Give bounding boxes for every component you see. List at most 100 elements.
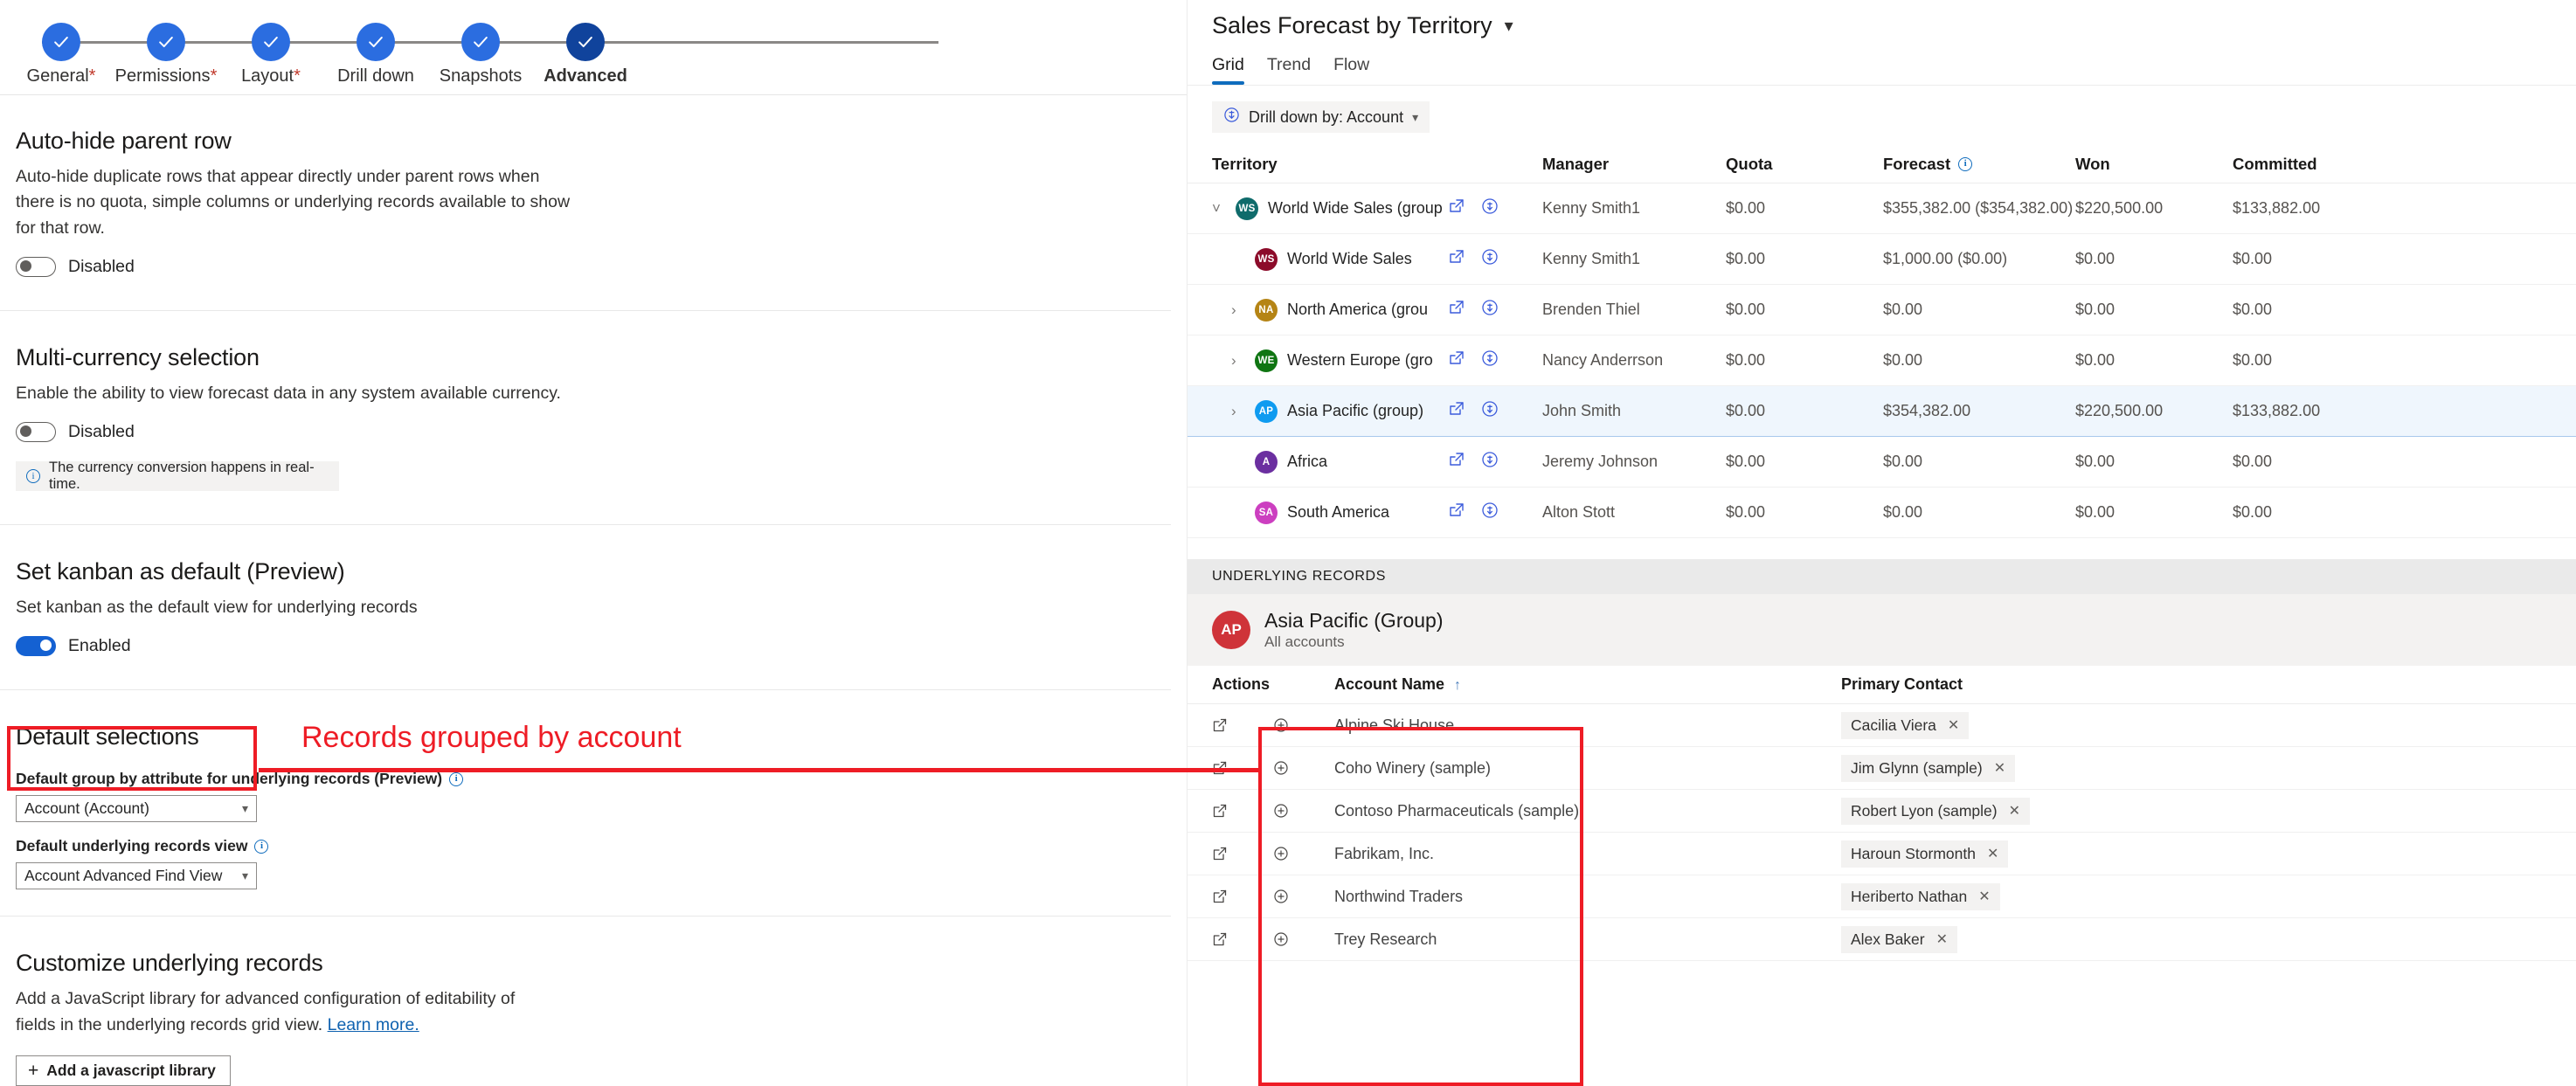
table-row[interactable]: › WE Western Europe (gro Nancy Anderrson $0.… [1188,335,2576,386]
add-record-icon[interactable] [1273,803,1334,819]
multi-currency-toggle[interactable] [16,422,56,442]
column-header-quota[interactable]: Quota [1726,155,1883,174]
tab-trend[interactable]: Trend [1267,55,1311,85]
chevron-right-icon[interactable]: › [1231,403,1245,420]
multi-currency-toggle-row[interactable]: Disabled [16,422,1187,442]
won-cell: $0.00 [2075,351,2116,369]
add-record-icon[interactable] [1273,846,1334,861]
list-item[interactable]: Trey Research Alex Baker ✕ [1188,918,2576,961]
chevron-down-icon[interactable]: ▾ [1505,15,1513,37]
table-row[interactable]: › AP Asia Pacific (group) John Smith $0.00 $3… [1188,386,2576,437]
kanban-toggle[interactable] [16,636,56,657]
group-by-dropdown[interactable]: Account (Account) ▾ [16,795,257,823]
close-icon[interactable]: ✕ [1936,930,1948,948]
wizard-progress: General* Permissions* Layout* Drill down Sna… [0,0,1187,94]
underlying-view-dropdown[interactable]: Account Advanced Find View ▾ [16,862,257,890]
tab-grid[interactable]: Grid [1212,55,1244,85]
learn-more-link[interactable]: Learn more. [328,1015,419,1034]
check-icon [566,23,605,61]
column-header-won[interactable]: Won [2075,155,2233,174]
auto-hide-toggle-row[interactable]: Disabled [16,256,1187,277]
drill-down-icon[interactable] [1481,197,1499,219]
list-item[interactable]: Coho Winery (sample) Jim Glynn (sample) ✕ [1188,747,2576,790]
underlying-view-label-row: Default underlying records view i [16,837,1187,855]
drill-down-button[interactable]: Drill down by: Account ▾ [1212,101,1430,133]
info-icon[interactable]: i [1958,156,1973,171]
add-record-icon[interactable] [1273,717,1334,733]
contact-chip[interactable]: Cacilia Viera ✕ [1841,711,1970,739]
drill-down-icon[interactable] [1481,501,1499,523]
drill-down-icon [1223,107,1240,128]
share-icon[interactable] [1448,248,1465,270]
add-record-icon[interactable] [1273,760,1334,776]
wizard-step-advanced[interactable]: Advanced [516,23,655,86]
tab-flow[interactable]: Flow [1333,55,1369,85]
contact-chip[interactable]: Jim Glynn (sample) ✕ [1841,754,2016,782]
avatar: AP [1255,399,1278,423]
tabs-divider [1188,85,2576,86]
account-name-cell: Fabrikam, Inc. [1334,844,1435,862]
table-row[interactable]: A Africa Jeremy Johnson $0.00 $0.00 $0.00 $0.0… [1188,437,2576,488]
section-auto-hide-parent-row: Auto-hide parent row Auto-hide duplicate… [0,94,1187,311]
open-record-icon[interactable] [1212,931,1273,947]
column-header-forecast[interactable]: Forecast i [1883,155,2075,174]
drill-down-icon[interactable] [1481,451,1499,473]
chevron-down-icon[interactable]: ˅ [1212,200,1226,218]
close-icon[interactable]: ✕ [1948,716,1959,734]
chevron-right-icon[interactable]: › [1231,301,1245,319]
table-row[interactable]: WS World Wide Sales Kenny Smith1 $0.00 $1,00… [1188,234,2576,285]
share-icon[interactable] [1448,451,1465,473]
open-record-icon[interactable] [1212,889,1273,904]
contact-chip[interactable]: Robert Lyon (sample) ✕ [1841,797,2031,825]
list-item[interactable]: Contoso Pharmaceuticals (sample) Robert L… [1188,790,2576,833]
list-item[interactable]: Northwind Traders Heriberto Nathan ✕ [1188,875,2576,918]
list-item[interactable]: Fabrikam, Inc. Haroun Stormonth ✕ [1188,833,2576,875]
table-row[interactable]: › NA North America (grou Brenden Thiel $0.00… [1188,285,2576,335]
column-header-manager[interactable]: Manager [1542,155,1726,174]
close-icon[interactable]: ✕ [1987,845,1998,862]
open-record-icon[interactable] [1212,717,1273,733]
column-header-territory[interactable]: Territory [1212,155,1448,174]
drill-down-label: Drill down by: Account [1249,107,1404,126]
contact-chip[interactable]: Haroun Stormonth ✕ [1841,840,2009,868]
auto-hide-toggle[interactable] [16,256,56,277]
info-icon[interactable]: i [254,839,269,854]
close-icon[interactable]: ✕ [2009,802,2020,820]
avatar: NA [1255,298,1278,322]
account-name-cell: Northwind Traders [1334,887,1464,905]
territory-name: Africa [1287,453,1328,470]
multi-currency-title: Multi-currency selection [16,343,260,370]
column-header-primary-contact[interactable]: Primary Contact [1841,675,2576,694]
committed-cell: $133,882.00 [2233,199,2321,217]
add-record-icon[interactable] [1273,931,1334,947]
settings-pane: General* Permissions* Layout* Drill down Sna… [0,0,1187,1086]
close-icon[interactable]: ✕ [1978,888,1990,905]
info-icon[interactable]: i [449,771,464,786]
share-icon[interactable] [1448,400,1465,422]
table-row[interactable]: ˅ WS World Wide Sales (group Kenny Smith1 $0… [1188,183,2576,234]
drill-down-icon[interactable] [1481,349,1499,371]
account-name-cell: Alpine Ski House [1334,716,1455,734]
contact-chip[interactable]: Alex Baker ✕ [1841,925,1958,953]
drill-down-icon[interactable] [1481,248,1499,270]
contact-chip[interactable]: Heriberto Nathan ✕ [1841,882,2000,910]
forecast-title-row[interactable]: Sales Forecast by Territory ▾ [1212,12,2576,39]
share-icon[interactable] [1448,501,1465,523]
column-header-account-name[interactable]: Account Name ↑ [1334,675,1841,694]
check-icon [42,23,80,61]
list-item[interactable]: Alpine Ski House Cacilia Viera ✕ [1188,704,2576,747]
add-record-icon[interactable] [1273,889,1334,904]
chevron-right-icon[interactable]: › [1231,352,1245,370]
share-icon[interactable] [1448,197,1465,219]
column-header-committed[interactable]: Committed [2233,155,2390,174]
drill-down-icon[interactable] [1481,299,1499,321]
kanban-toggle-row[interactable]: Enabled [16,636,1187,657]
close-icon[interactable]: ✕ [1994,759,2005,777]
open-record-icon[interactable] [1212,846,1273,861]
add-javascript-library-button[interactable]: + Add a javascript library [16,1055,231,1086]
share-icon[interactable] [1448,349,1465,371]
open-record-icon[interactable] [1212,803,1273,819]
share-icon[interactable] [1448,299,1465,321]
table-row[interactable]: SA South America Alton Stott $0.00 $0.00 $0.0… [1188,488,2576,538]
drill-down-icon[interactable] [1481,400,1499,422]
